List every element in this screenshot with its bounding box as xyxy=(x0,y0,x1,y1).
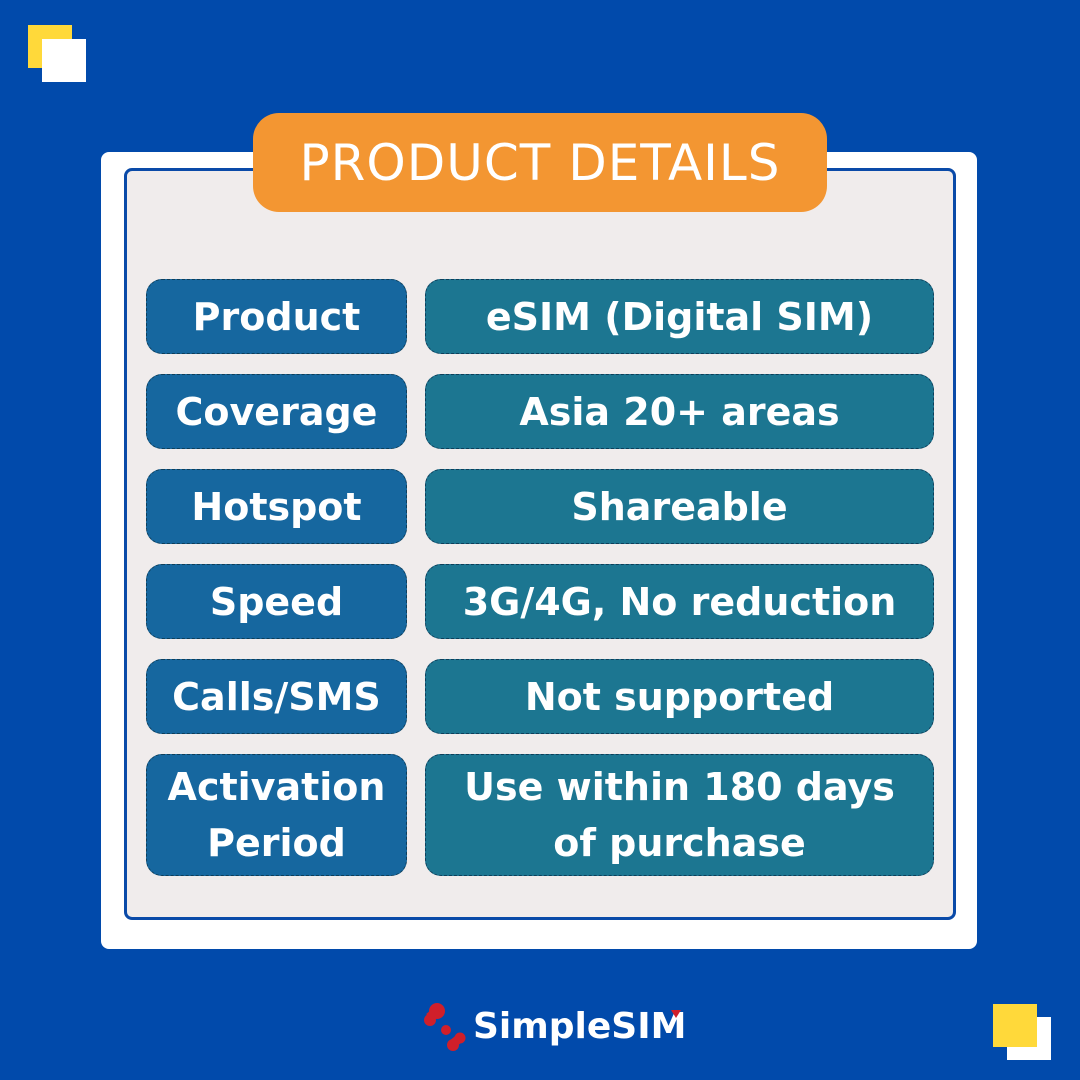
brand-accent-triangle xyxy=(671,1009,682,1018)
row-value: 3G/4G, No reduction xyxy=(425,564,934,639)
details-row-activation-period: Activation Period Use within 180 days of p… xyxy=(146,754,934,876)
brand-name: SimpleSIM xyxy=(473,1006,686,1047)
row-label: Calls/SMS xyxy=(146,659,407,734)
details-row-product: Product eSIM (Digital SIM) xyxy=(146,279,934,354)
page-title: PRODUCT DETAILS xyxy=(253,113,827,212)
details-row-coverage: Coverage Asia 20+ areas xyxy=(146,374,934,449)
row-value: eSIM (Digital SIM) xyxy=(425,279,934,354)
row-label: Coverage xyxy=(146,374,407,449)
details-row-speed: Speed 3G/4G, No reduction xyxy=(146,564,934,639)
row-value: Not supported xyxy=(425,659,934,734)
details-row-calls-sms: Calls/SMS Not supported xyxy=(146,659,934,734)
decorative-white-square-top-left xyxy=(42,39,86,82)
row-value: Shareable xyxy=(425,469,934,544)
row-label: Hotspot xyxy=(146,469,407,544)
details-row-hotspot: Hotspot Shareable xyxy=(146,469,934,544)
simplesim-dots-logo-icon xyxy=(424,1003,466,1051)
row-value: Use within 180 days of purchase xyxy=(425,754,934,876)
brand-name-text: SimpleSIM xyxy=(473,1005,687,1047)
row-value: Asia 20+ areas xyxy=(425,374,934,449)
row-label: Product xyxy=(146,279,407,354)
details-table: Product eSIM (Digital SIM) Coverage Asia… xyxy=(146,279,934,896)
row-label: Activation Period xyxy=(146,754,407,876)
row-label: Speed xyxy=(146,564,407,639)
decorative-yellow-square-bottom-right xyxy=(993,1004,1037,1047)
brand-logo: SimpleSIM xyxy=(417,996,686,1056)
